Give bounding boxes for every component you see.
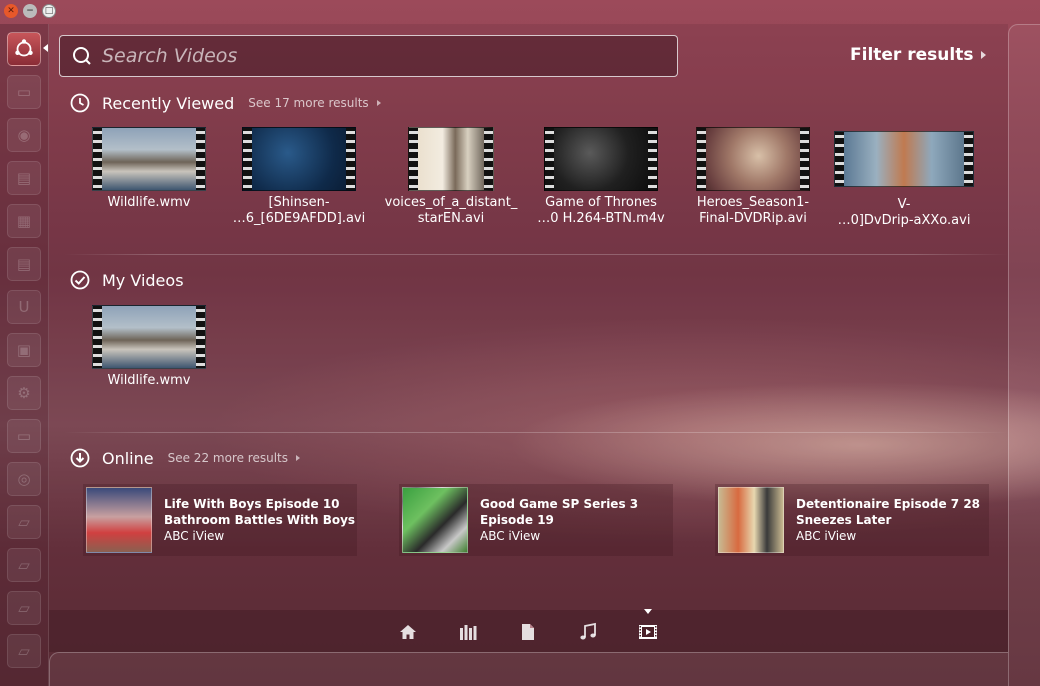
video-item[interactable]: Heroes_Season1- Final-DVDRip.avi xyxy=(678,127,828,227)
disk-icon[interactable]: ◉ xyxy=(7,118,41,152)
online-video-source: ABC iView xyxy=(796,529,857,543)
software-center-icon[interactable]: ▣ xyxy=(7,333,41,367)
section-divider xyxy=(64,432,1008,433)
spreadsheet-icon[interactable]: ▦ xyxy=(7,204,41,238)
video-thumbnail xyxy=(408,127,494,191)
video-name-line-1: [Shinsen- xyxy=(268,195,330,210)
section-title: My Videos xyxy=(102,270,184,290)
video-thumbnail xyxy=(92,127,206,191)
drive-icon[interactable]: ▱ xyxy=(7,505,41,539)
video-thumbnail xyxy=(718,487,784,553)
video-item[interactable]: voices_of_a_distant_ starEN.avi xyxy=(376,127,526,227)
online-video-item[interactable]: Detentionaire Episode 7 28 Sneezes Later… xyxy=(715,484,989,556)
video-icon[interactable] xyxy=(637,621,659,643)
video-thumbnail xyxy=(834,131,974,187)
video-name: Wildlife.wmv xyxy=(107,373,191,388)
online-video-source: ABC iView xyxy=(164,529,225,543)
see-more-link[interactable]: See 22 more results xyxy=(168,451,300,465)
see-more-label: See 17 more results xyxy=(248,96,369,110)
video-thumbnail xyxy=(92,305,206,369)
files-icon[interactable] xyxy=(517,621,539,643)
online-video-item[interactable]: Good Game SP Series 3 Episode 19 ABC iVi… xyxy=(399,484,673,556)
download-icon xyxy=(70,448,90,468)
ubuntu-icon[interactable] xyxy=(7,32,41,66)
settings-icon[interactable]: ⚙ xyxy=(7,376,41,410)
drive-icon[interactable]: ▱ xyxy=(7,548,41,582)
close-icon[interactable]: ✕ xyxy=(4,4,18,18)
search-icon xyxy=(73,47,91,65)
monitor-icon[interactable]: ▭ xyxy=(7,419,41,453)
folder-icon[interactable]: ▭ xyxy=(7,75,41,109)
presentation-icon[interactable]: ▤ xyxy=(7,247,41,281)
online-video-source: ABC iView xyxy=(480,529,541,543)
maximize-icon[interactable]: □ xyxy=(42,4,56,18)
video-name: Wildlife.wmv xyxy=(107,195,191,210)
see-more-label: See 22 more results xyxy=(167,451,288,465)
minimize-icon[interactable]: − xyxy=(23,4,37,18)
video-name-line-1: voices_of_a_distant_ xyxy=(384,195,518,210)
cd-icon[interactable]: ◎ xyxy=(7,462,41,496)
video-item[interactable]: Game of Thrones …0 H.264-BTN.m4v xyxy=(526,127,676,227)
video-name-line-1: V- xyxy=(897,197,911,212)
filter-results-label: Filter results xyxy=(850,45,974,65)
video-thumbnail xyxy=(696,127,810,191)
video-item[interactable]: Wildlife.wmv xyxy=(74,127,224,211)
video-item[interactable]: [Shinsen- …6_[6DE9AFDD].avi xyxy=(224,127,374,227)
checkmark-icon xyxy=(70,270,90,290)
chevron-right-icon xyxy=(376,100,381,106)
dash-border-bottom xyxy=(49,652,1008,686)
music-icon[interactable] xyxy=(577,621,599,643)
section-title: Online xyxy=(102,448,154,468)
video-name-line-2: …0]DvDrip-aXXo.avi xyxy=(837,213,971,228)
my-videos-header: My Videos xyxy=(70,270,184,290)
online-video-item[interactable]: Life With Boys Episode 10 Bathroom Battl… xyxy=(83,484,357,556)
video-item[interactable]: Wildlife.wmv xyxy=(74,305,224,389)
window-controls: ✕ − □ xyxy=(4,4,56,18)
ubuntu-one-icon[interactable]: U xyxy=(7,290,41,324)
clock-icon xyxy=(70,93,90,113)
section-divider xyxy=(64,254,1008,255)
video-item[interactable]: V- …0]DvDrip-aXXo.avi xyxy=(829,131,979,229)
video-thumbnail xyxy=(242,127,356,191)
online-header: Online See 22 more results xyxy=(70,448,300,468)
applications-icon[interactable] xyxy=(457,621,479,643)
video-thumbnail xyxy=(402,487,468,553)
online-video-title: Detentionaire Episode 7 28 Sneezes Later xyxy=(796,497,981,527)
active-lens-marker xyxy=(644,609,652,614)
search-bar[interactable] xyxy=(59,35,678,77)
chevron-right-icon xyxy=(296,455,300,461)
online-video-title: Good Game SP Series 3 Episode 19 xyxy=(480,497,639,527)
chevron-right-icon xyxy=(981,51,987,59)
video-name-line-2: …6_[6DE9AFDD].avi xyxy=(232,211,366,226)
video-name-line-1: Game of Thrones xyxy=(545,195,657,210)
video-thumbnail xyxy=(86,487,152,553)
dash-border-right xyxy=(1008,24,1040,686)
home-icon[interactable] xyxy=(397,621,419,643)
recently-viewed-header: Recently Viewed See 17 more results xyxy=(70,93,381,113)
active-pointer xyxy=(43,44,48,52)
online-video-title: Life With Boys Episode 10 Bathroom Battl… xyxy=(164,497,356,527)
search-input[interactable] xyxy=(102,45,662,67)
video-name-line-2: …0 H.264-BTN.m4v xyxy=(537,211,665,226)
document-icon[interactable]: ▤ xyxy=(7,161,41,195)
drive-icon[interactable]: ▱ xyxy=(7,634,41,668)
section-title: Recently Viewed xyxy=(102,93,235,113)
drive-icon[interactable]: ▱ xyxy=(7,591,41,625)
video-name-line-1: Heroes_Season1- xyxy=(696,195,810,210)
video-thumbnail xyxy=(544,127,658,191)
see-more-link[interactable]: See 17 more results xyxy=(248,96,381,110)
video-name-line-2: starEN.avi xyxy=(417,211,485,226)
filter-results-button[interactable]: Filter results xyxy=(850,45,987,65)
launcher: ▭ ◉ ▤ ▦ ▤ U ▣ ⚙ ▭ ◎ ▱ ▱ ▱ ▱ xyxy=(0,24,49,686)
video-name-line-2: Final-DVDRip.avi xyxy=(699,211,807,226)
